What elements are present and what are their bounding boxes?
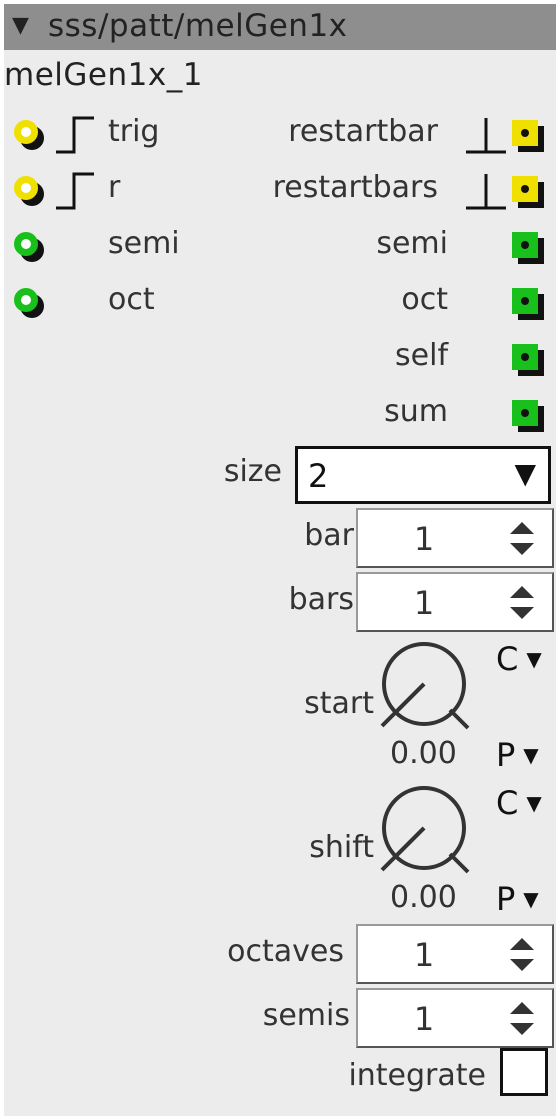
chevron-down-icon: ▼ <box>523 743 539 767</box>
start-knob[interactable] <box>376 640 476 736</box>
spin-down-icon[interactable] <box>510 543 534 555</box>
inlet-label-r: r <box>108 170 121 205</box>
start-mode-p[interactable]: P ▼ <box>496 736 539 774</box>
bar-spinner[interactable]: 1 <box>356 508 554 568</box>
outlet-label-restartbars: restartbars <box>272 170 438 205</box>
mode-c-text: C <box>496 640 519 678</box>
bars-spinner[interactable]: 1 <box>356 572 554 632</box>
chevron-down-icon: ▼ <box>526 647 542 671</box>
inlet-semi[interactable] <box>14 232 44 262</box>
shift-mode-p[interactable]: P ▼ <box>496 880 539 918</box>
spin-up-icon[interactable] <box>510 1002 534 1014</box>
spin-down-icon[interactable] <box>510 1023 534 1035</box>
trigger-pulse-icon <box>466 118 506 154</box>
outlet-label-restartbar: restartbar <box>288 114 438 149</box>
collapse-triangle-icon[interactable]: ▼ <box>12 13 29 38</box>
integrate-label: integrate <box>348 1058 486 1093</box>
start-label: start <box>304 686 374 721</box>
trigger-rise-icon <box>56 116 94 154</box>
inlet-label-oct: oct <box>108 282 155 317</box>
spin-down-icon[interactable] <box>510 959 534 971</box>
outlet-label-sum: sum <box>384 394 448 429</box>
size-value: 2 <box>308 457 329 495</box>
outlet-label-semi: semi <box>376 226 448 261</box>
bar-value[interactable]: 1 <box>358 520 490 558</box>
object-type-title: sss/patt/melGen1x <box>48 8 348 44</box>
inlet-r[interactable] <box>14 176 44 206</box>
bars-label: bars <box>288 582 354 617</box>
inlet-label-trig: trig <box>108 114 160 149</box>
shift-knob[interactable] <box>376 784 476 880</box>
spin-down-icon[interactable] <box>510 607 534 619</box>
octaves-spinner[interactable]: 1 <box>356 924 554 984</box>
mode-c-text: C <box>496 784 519 822</box>
start-value: 0.00 <box>390 736 457 771</box>
semis-label: semis <box>262 998 350 1033</box>
shift-value: 0.00 <box>390 880 457 915</box>
trigger-pulse-icon <box>466 174 506 210</box>
semis-spinner[interactable]: 1 <box>356 988 554 1048</box>
trigger-rise-icon <box>56 172 94 210</box>
start-mode-c[interactable]: C ▼ <box>496 640 542 678</box>
octaves-label: octaves <box>227 934 344 969</box>
mode-p-text: P <box>496 736 516 774</box>
bar-label: bar <box>304 518 354 553</box>
outlet-restartbar[interactable] <box>512 120 544 152</box>
octaves-value[interactable]: 1 <box>358 936 490 974</box>
outlet-label-self: self <box>395 338 448 373</box>
spin-up-icon[interactable] <box>510 938 534 950</box>
inlet-label-semi: semi <box>108 226 180 261</box>
bars-value[interactable]: 1 <box>358 584 490 622</box>
spin-up-icon[interactable] <box>510 586 534 598</box>
outlet-self[interactable] <box>512 344 544 376</box>
outlet-semi[interactable] <box>512 232 544 264</box>
outlet-oct[interactable] <box>512 288 544 320</box>
integrate-checkbox[interactable] <box>500 1048 548 1096</box>
outlet-restartbars[interactable] <box>512 176 544 208</box>
inlet-oct[interactable] <box>14 288 44 318</box>
instance-name[interactable]: melGen1x_1 <box>4 57 203 93</box>
inlet-trig[interactable] <box>14 120 44 150</box>
shift-mode-c[interactable]: C ▼ <box>496 784 542 822</box>
size-dropdown[interactable]: 2 ▼ <box>295 446 551 504</box>
semis-value[interactable]: 1 <box>358 1000 490 1038</box>
outlet-label-oct: oct <box>401 282 448 317</box>
chevron-down-icon: ▼ <box>514 457 536 490</box>
shift-label: shift <box>309 830 374 865</box>
size-label: size <box>223 454 282 489</box>
chevron-down-icon: ▼ <box>526 791 542 815</box>
spin-up-icon[interactable] <box>510 522 534 534</box>
title-bar[interactable]: ▼ sss/patt/melGen1x <box>4 4 556 50</box>
chevron-down-icon: ▼ <box>523 887 539 911</box>
mode-p-text: P <box>496 880 516 918</box>
outlet-sum[interactable] <box>512 400 544 432</box>
